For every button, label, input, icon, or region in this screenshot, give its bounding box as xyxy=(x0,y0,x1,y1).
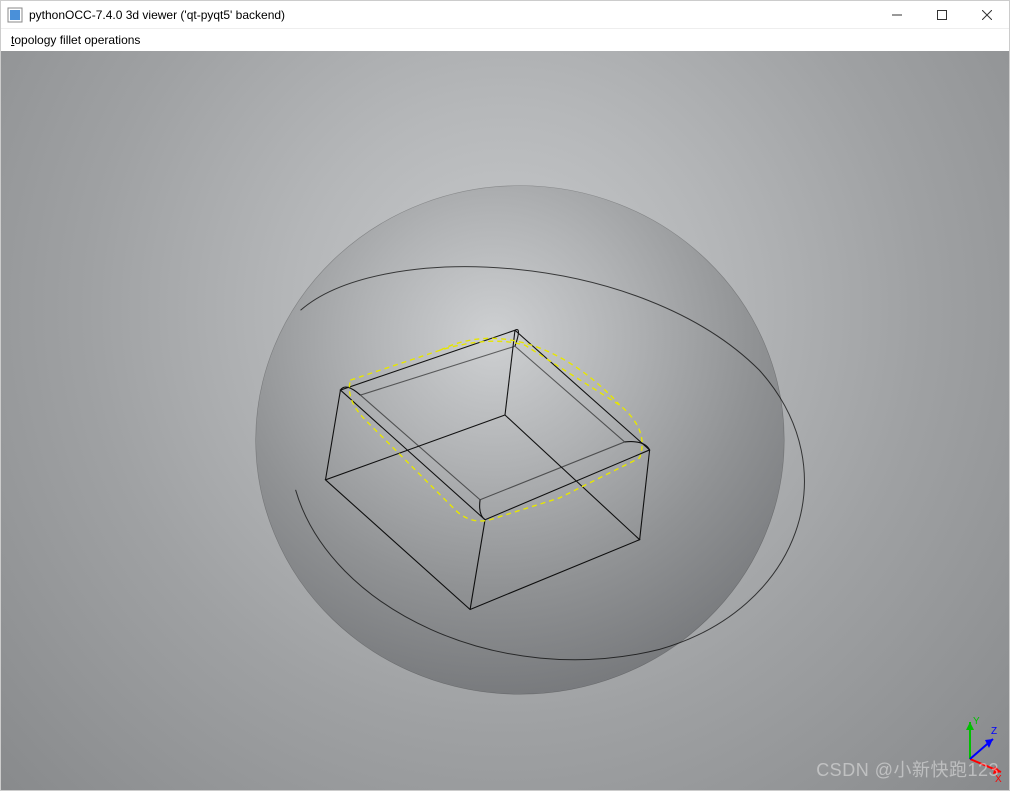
menu-label-rest: opology fillet operations xyxy=(14,33,140,47)
window-title: pythonOCC-7.4.0 3d viewer ('qt-pyqt5' ba… xyxy=(29,8,874,22)
app-icon xyxy=(7,7,23,23)
titlebar: pythonOCC-7.4.0 3d viewer ('qt-pyqt5' ba… xyxy=(1,1,1009,29)
close-button[interactable] xyxy=(964,1,1009,28)
axis-z-label: Z xyxy=(991,726,997,737)
viewport-3d[interactable]: Y Z X CSDN @小新快跑123 xyxy=(1,51,1009,790)
menu-topology-fillet-operations[interactable]: topology fillet operations xyxy=(5,31,146,49)
sphere-body xyxy=(256,186,785,695)
menubar: topology fillet operations xyxy=(1,29,1009,51)
axis-x-label: X xyxy=(995,774,1002,784)
window-controls xyxy=(874,1,1009,28)
orientation-triad: Y Z X xyxy=(935,714,1005,784)
maximize-button[interactable] xyxy=(919,1,964,28)
scene-canvas xyxy=(1,51,1009,790)
axis-y-label: Y xyxy=(973,716,980,727)
minimize-button[interactable] xyxy=(874,1,919,28)
